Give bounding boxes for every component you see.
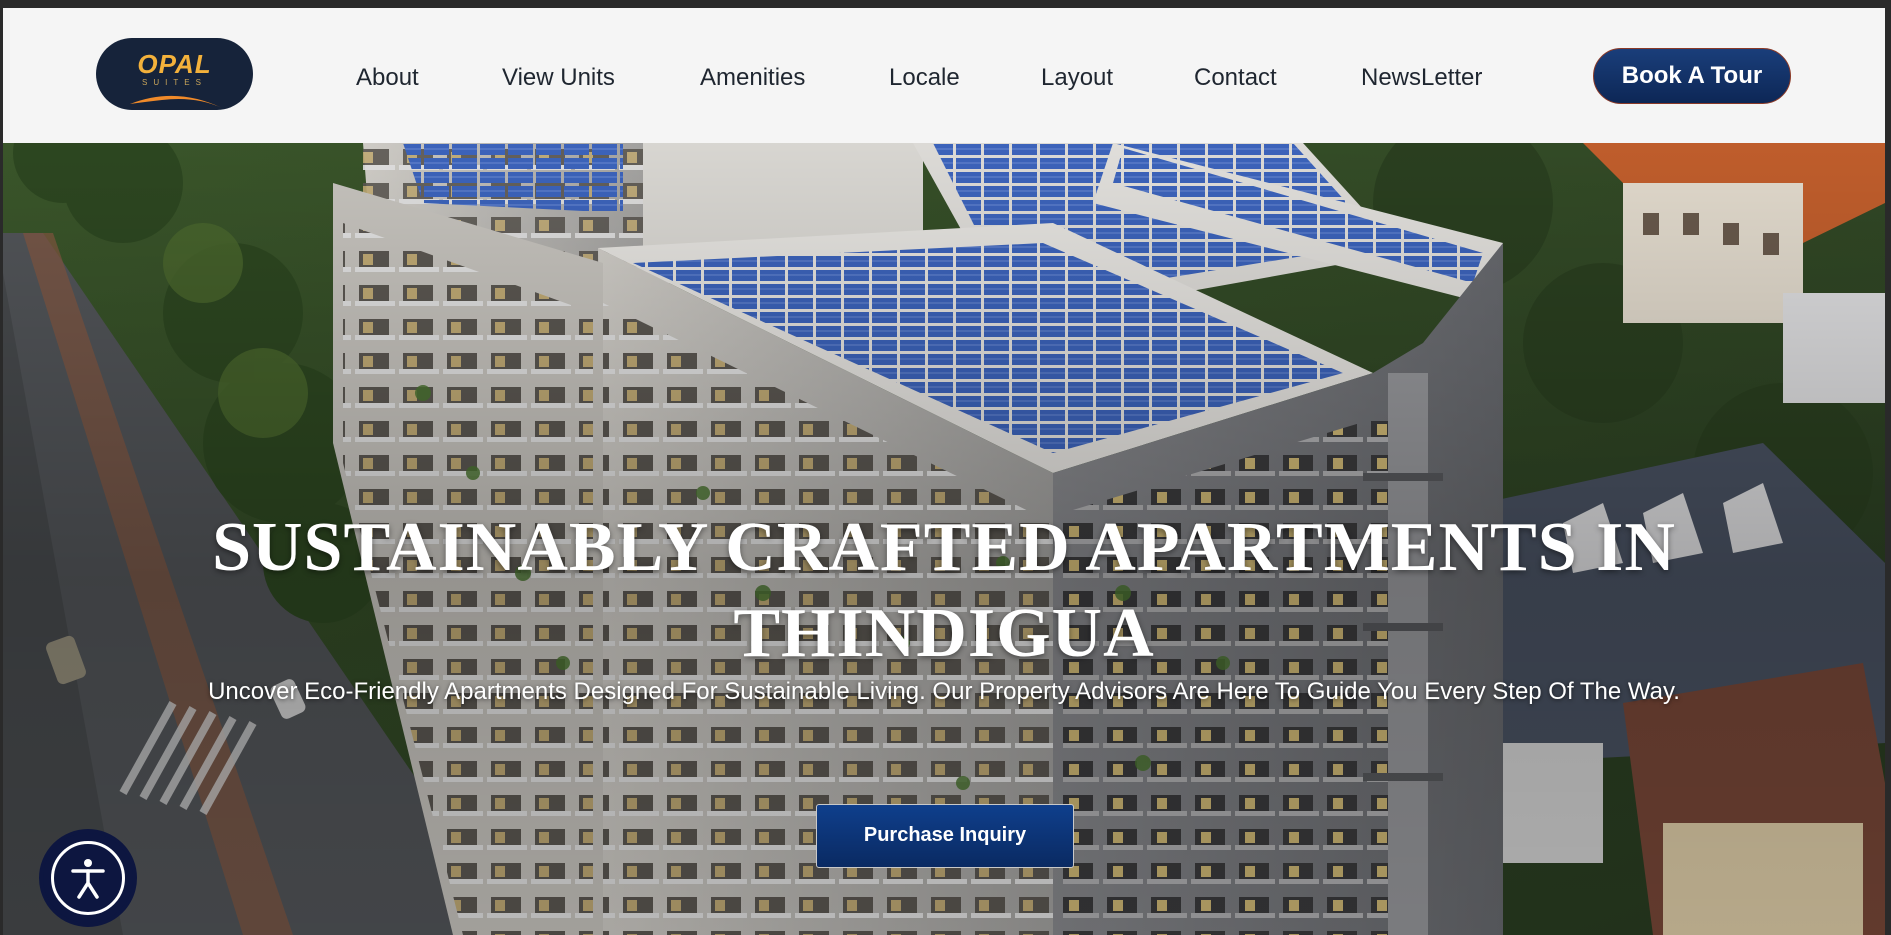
nav-item-contact[interactable]: Contact bbox=[1194, 64, 1277, 92]
nav-item-view-units[interactable]: View Units bbox=[502, 64, 615, 92]
accessibility-icon bbox=[71, 859, 105, 899]
hero-subtitle: Uncover Eco-Friendly Apartments Designed… bbox=[208, 678, 1680, 705]
browser-viewport: OPAL SUITES About View Units Amenities L… bbox=[3, 8, 1885, 935]
nav-item-newsletter[interactable]: NewsLetter bbox=[1361, 64, 1482, 92]
hero-title-line2: THINDIGUA bbox=[733, 595, 1155, 672]
nav-item-about[interactable]: About bbox=[356, 64, 419, 92]
hero-title-line1: SUSTAINABLY CRAFTED APARTMENTS IN bbox=[212, 509, 1676, 586]
accessibility-button[interactable] bbox=[39, 829, 137, 927]
nav-item-locale[interactable]: Locale bbox=[889, 64, 960, 92]
nav-item-layout[interactable]: Layout bbox=[1041, 64, 1113, 92]
site-header: OPAL SUITES About View Units Amenities L… bbox=[3, 8, 1885, 143]
hero-section: SUSTAINABLY CRAFTED APARTMENTS IN THINDI… bbox=[3, 143, 1885, 935]
hero-title: SUSTAINABLY CRAFTED APARTMENTS IN THINDI… bbox=[3, 505, 1885, 677]
nav-item-amenities[interactable]: Amenities bbox=[700, 64, 805, 92]
purchase-inquiry-button[interactable]: Purchase Inquiry bbox=[816, 804, 1074, 868]
book-a-tour-button[interactable]: Book A Tour bbox=[1593, 48, 1791, 104]
